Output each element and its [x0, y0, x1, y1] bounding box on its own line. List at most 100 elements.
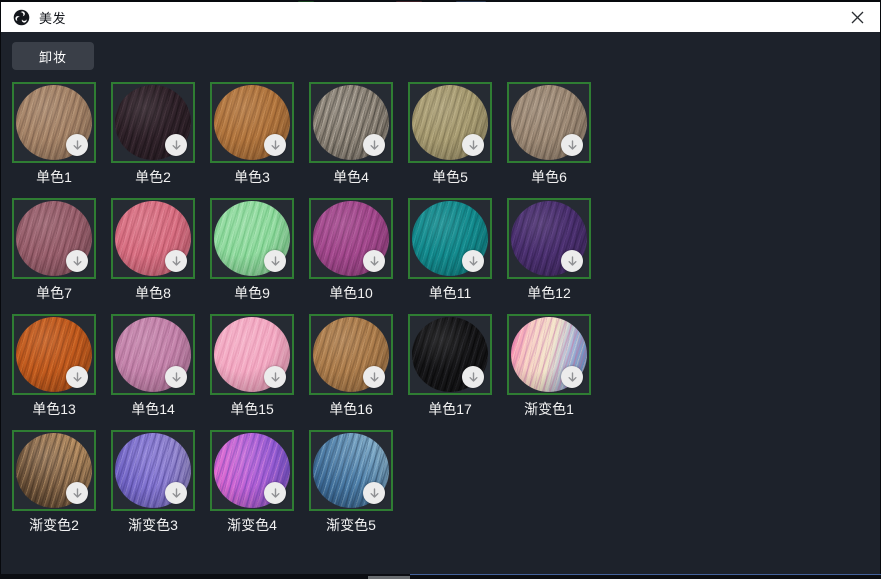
arrow-down-icon [269, 139, 282, 152]
hair-style-tile[interactable] [210, 314, 294, 395]
hair-style-cell: 单色6 [507, 82, 591, 186]
arrow-down-icon [566, 255, 579, 268]
hair-style-cell: 单色4 [309, 82, 393, 186]
hair-style-tile[interactable] [210, 82, 294, 163]
close-button[interactable] [840, 3, 874, 31]
x-icon [851, 11, 864, 24]
arrow-down-icon [368, 255, 381, 268]
arrow-down-icon [71, 487, 84, 500]
hair-style-dialog: 美发 卸妆 单色1 单色2 [0, 0, 881, 579]
tile-label: 渐变色3 [111, 517, 195, 534]
hair-color-grid: 单色1 单色2 单色3 [12, 82, 880, 534]
download-button[interactable] [363, 250, 385, 272]
hair-style-cell: 单色7 [12, 198, 96, 302]
download-button[interactable] [264, 482, 286, 504]
arrow-down-icon [368, 371, 381, 384]
background-window-artifact-bottom [0, 574, 881, 579]
tile-label: 单色3 [210, 169, 294, 186]
hair-style-tile[interactable] [507, 198, 591, 279]
hair-style-cell: 单色8 [111, 198, 195, 302]
arrow-down-icon [170, 255, 183, 268]
tile-label: 单色8 [111, 285, 195, 302]
hair-style-tile[interactable] [507, 314, 591, 395]
hair-style-tile[interactable] [12, 314, 96, 395]
tile-label: 渐变色5 [309, 517, 393, 534]
tile-label: 单色16 [309, 401, 393, 418]
arrow-down-icon [71, 255, 84, 268]
hair-style-cell: 渐变色4 [210, 430, 294, 534]
hair-style-tile[interactable] [408, 314, 492, 395]
title-bar: 美发 [1, 2, 880, 32]
arrow-down-icon [566, 371, 579, 384]
download-button[interactable] [66, 366, 88, 388]
hair-style-tile[interactable] [408, 198, 492, 279]
tile-label: 单色17 [408, 401, 492, 418]
download-button[interactable] [165, 134, 187, 156]
arrow-down-icon [467, 255, 480, 268]
hair-style-cell: 渐变色3 [111, 430, 195, 534]
arrow-down-icon [71, 371, 84, 384]
hair-style-cell: 渐变色2 [12, 430, 96, 534]
hair-style-cell: 单色14 [111, 314, 195, 418]
download-button[interactable] [264, 366, 286, 388]
hair-style-tile[interactable] [309, 82, 393, 163]
hair-style-cell: 单色3 [210, 82, 294, 186]
tile-label: 单色11 [408, 285, 492, 302]
hair-style-tile[interactable] [210, 198, 294, 279]
tile-label: 单色6 [507, 169, 591, 186]
download-button[interactable] [264, 134, 286, 156]
tile-label: 单色13 [12, 401, 96, 418]
arrow-down-icon [368, 139, 381, 152]
hair-style-tile[interactable] [12, 198, 96, 279]
download-button[interactable] [462, 250, 484, 272]
dialog-body: 卸妆 单色1 单色2 [1, 32, 880, 574]
tile-label: 渐变色4 [210, 517, 294, 534]
hair-style-tile[interactable] [507, 82, 591, 163]
download-button[interactable] [165, 482, 187, 504]
download-button[interactable] [66, 134, 88, 156]
download-button[interactable] [165, 366, 187, 388]
arrow-down-icon [467, 371, 480, 384]
hair-style-cell: 单色1 [12, 82, 96, 186]
obs-logo-icon [13, 9, 30, 26]
arrow-down-icon [71, 139, 84, 152]
download-button[interactable] [561, 134, 583, 156]
remove-makeup-button[interactable]: 卸妆 [12, 42, 94, 70]
arrow-down-icon [467, 139, 480, 152]
arrow-down-icon [269, 371, 282, 384]
tile-label: 单色2 [111, 169, 195, 186]
download-button[interactable] [363, 366, 385, 388]
tile-label: 单色5 [408, 169, 492, 186]
tile-label: 单色14 [111, 401, 195, 418]
download-button[interactable] [264, 250, 286, 272]
tile-label: 渐变色1 [507, 401, 591, 418]
hair-style-tile[interactable] [309, 198, 393, 279]
hair-style-tile[interactable] [111, 82, 195, 163]
download-button[interactable] [462, 366, 484, 388]
hair-style-tile[interactable] [309, 314, 393, 395]
tile-label: 单色4 [309, 169, 393, 186]
arrow-down-icon [170, 139, 183, 152]
hair-style-tile[interactable] [12, 82, 96, 163]
arrow-down-icon [368, 487, 381, 500]
download-button[interactable] [363, 482, 385, 504]
hair-style-tile[interactable] [111, 198, 195, 279]
hair-style-tile[interactable] [12, 430, 96, 511]
download-button[interactable] [66, 250, 88, 272]
download-button[interactable] [561, 366, 583, 388]
tile-label: 单色1 [12, 169, 96, 186]
download-button[interactable] [561, 250, 583, 272]
download-button[interactable] [462, 134, 484, 156]
hair-style-tile[interactable] [408, 82, 492, 163]
download-button[interactable] [165, 250, 187, 272]
hair-style-cell: 单色2 [111, 82, 195, 186]
arrow-down-icon [269, 487, 282, 500]
hair-style-cell: 渐变色5 [309, 430, 393, 534]
download-button[interactable] [66, 482, 88, 504]
hair-style-tile[interactable] [111, 314, 195, 395]
hair-style-tile[interactable] [111, 430, 195, 511]
hair-style-tile[interactable] [309, 430, 393, 511]
hair-style-tile[interactable] [210, 430, 294, 511]
download-button[interactable] [363, 134, 385, 156]
hair-style-cell: 单色11 [408, 198, 492, 302]
